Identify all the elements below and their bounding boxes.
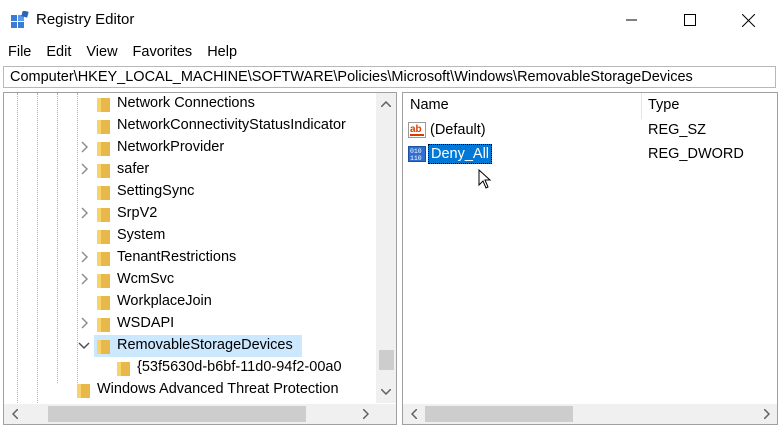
expand-chevron-right-icon[interactable] [78, 317, 90, 329]
tree-item-label: safer [117, 161, 150, 177]
folder-icon [97, 339, 110, 355]
address-bar[interactable]: Computer\HKEY_LOCAL_MACHINE\SOFTWARE\Pol… [3, 66, 776, 88]
maximize-button[interactable] [661, 0, 719, 40]
menu-favorites[interactable]: Favorites [125, 41, 200, 63]
svg-text:ab: ab [410, 124, 422, 135]
minimize-icon [626, 19, 637, 21]
svg-text:010: 010 [410, 148, 422, 155]
chevron-left-icon [410, 408, 417, 419]
scroll-right-arrow[interactable] [357, 405, 374, 422]
expand-chevron-right-icon[interactable] [78, 273, 90, 285]
tree-item-label: Network Connections [117, 95, 255, 111]
svg-text:110: 110 [410, 155, 422, 162]
tree-item-label: SrpV2 [117, 205, 158, 221]
tree-item-label: SettingSync [117, 183, 195, 199]
folder-icon [77, 383, 90, 399]
tree-item-label: NetworkConnectivityStatusIndicator [117, 117, 346, 133]
expand-chevron-right-icon[interactable] [78, 251, 90, 263]
folder-icon [97, 185, 110, 201]
value-type: REG_DWORD [648, 146, 744, 162]
tree-item-label: WSDAPI [117, 315, 175, 331]
value-name[interactable]: (Default) [430, 122, 486, 138]
tree-item[interactable]: System [4, 225, 376, 247]
tree-item[interactable]: Network Connections [4, 93, 376, 115]
scroll-left-arrow[interactable] [6, 405, 23, 422]
tree-horizontal-scroll-thumb[interactable] [48, 406, 306, 422]
tree-item[interactable]: WorkplaceJoin [4, 291, 376, 313]
tree-item[interactable]: WSDAPI [4, 313, 376, 335]
tree-item-label: System [117, 227, 166, 243]
tree-item-label: NetworkProvider [117, 139, 225, 155]
chevron-up-icon [380, 100, 391, 107]
folder-icon [97, 251, 110, 267]
menu-file[interactable]: File [0, 41, 38, 63]
menu-view[interactable]: View [78, 41, 124, 63]
list-horizontal-scroll-thumb[interactable] [425, 406, 573, 422]
tree-item[interactable]: WcmSvc [4, 269, 376, 291]
key-tree-pane[interactable]: Network Connections NetworkConnectivitySt… [3, 92, 397, 425]
expand-chevron-right-icon[interactable] [78, 141, 90, 153]
column-header-type[interactable]: Type [648, 97, 679, 113]
rename-field[interactable]: Deny_All [428, 144, 492, 164]
tree-item[interactable]: NetworkConnectivityStatusIndicator [4, 115, 376, 137]
scroll-up-arrow[interactable] [377, 95, 394, 112]
values-list-pane[interactable]: Name Type ab (Default) REG_SZ 010 110 De… [402, 92, 778, 425]
dword-value-icon: 010 110 [408, 146, 426, 162]
tree-item-label: RemovableStorageDevices [117, 337, 293, 353]
scroll-down-arrow[interactable] [377, 383, 394, 400]
expand-chevron-right-icon[interactable] [78, 163, 90, 175]
close-icon [741, 13, 755, 27]
value-type: REG_SZ [648, 122, 707, 138]
maximize-icon [684, 14, 696, 26]
scroll-right-arrow[interactable] [758, 405, 775, 422]
scrollbar-corner [376, 404, 396, 424]
column-header-name[interactable]: Name [410, 97, 449, 113]
tree-item[interactable]: Windows Advanced Threat Protection [4, 379, 376, 401]
tree-item-label: Windows Advanced Threat Protection [97, 381, 339, 397]
scroll-left-arrow[interactable] [405, 405, 422, 422]
string-value-icon: ab [408, 122, 426, 138]
tree-item[interactable]: {53f5630d-b6bf-11d0-94f2-00a0 [4, 357, 376, 379]
tree-item-label: WorkplaceJoin [117, 293, 212, 309]
tree-item-label: {53f5630d-b6bf-11d0-94f2-00a0 [137, 359, 342, 375]
tree-vertical-scroll-thumb[interactable] [379, 350, 394, 370]
tree-item-label: TenantRestrictions [117, 249, 237, 265]
chevron-down-icon [380, 388, 391, 395]
chevron-right-icon [763, 408, 770, 419]
column-divider[interactable] [641, 93, 642, 119]
tree-item-label: WcmSvc [117, 271, 175, 287]
menu-bar: File Edit View Favorites Help [0, 41, 244, 63]
title-bar: Registry Editor [0, 0, 781, 40]
folder-icon [97, 229, 110, 245]
folder-icon [97, 295, 110, 311]
mouse-cursor-icon [478, 168, 492, 189]
folder-icon [97, 141, 110, 157]
folder-icon [97, 163, 110, 179]
folder-icon [97, 207, 110, 223]
folder-icon [97, 317, 110, 333]
tree-item[interactable]: SrpV2 [4, 203, 376, 225]
registry-editor-icon [11, 10, 29, 29]
address-path: Computer\HKEY_LOCAL_MACHINE\SOFTWARE\Pol… [10, 69, 693, 85]
folder-icon [97, 119, 110, 135]
tree-item[interactable]: NetworkProvider [4, 137, 376, 159]
menu-edit[interactable]: Edit [38, 41, 78, 63]
chevron-left-icon [11, 408, 18, 419]
tree-item[interactable]: safer [4, 159, 376, 181]
tree-item[interactable]: SettingSync [4, 181, 376, 203]
menu-help[interactable]: Help [199, 41, 244, 63]
minimize-button[interactable] [603, 0, 661, 40]
chevron-right-icon [362, 408, 369, 419]
expand-chevron-right-icon[interactable] [78, 207, 90, 219]
value-name-editing: Deny_All [431, 146, 490, 162]
tree-item[interactable]: TenantRestrictions [4, 247, 376, 269]
folder-icon [117, 361, 130, 377]
expand-chevron-down-icon[interactable] [78, 339, 90, 351]
close-button[interactable] [719, 0, 777, 40]
folder-icon [97, 273, 110, 289]
window-title: Registry Editor [36, 11, 135, 28]
folder-icon [97, 97, 110, 113]
tree-item[interactable]: RemovableStorageDevices [4, 335, 376, 357]
